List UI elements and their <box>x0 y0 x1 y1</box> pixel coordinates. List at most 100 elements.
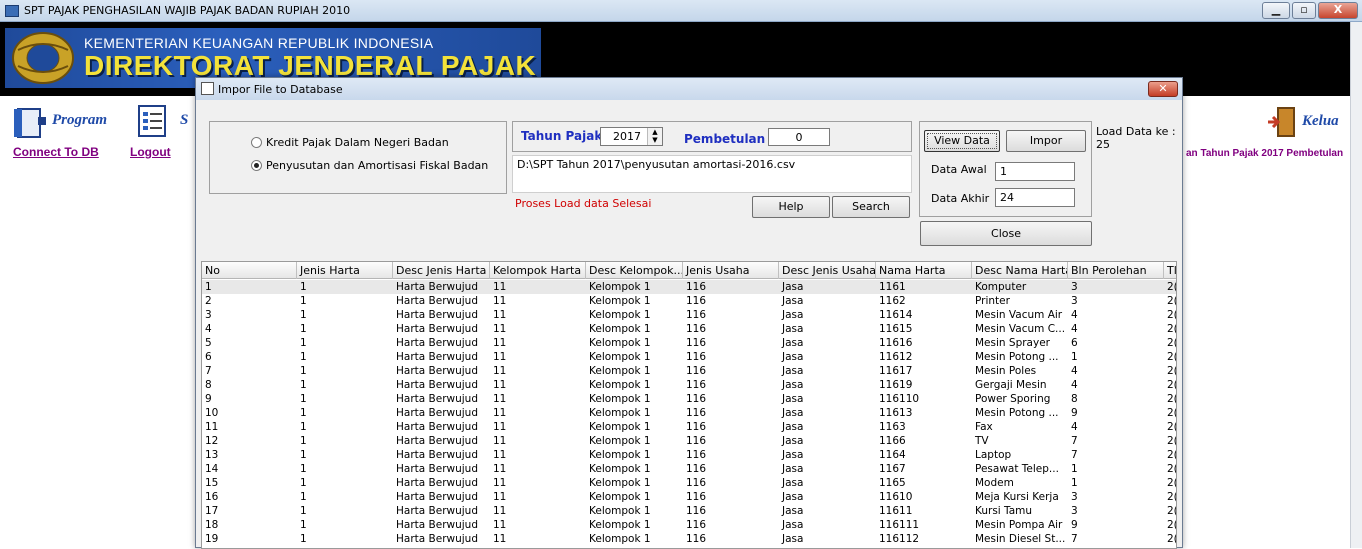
minimize-button[interactable]: ▁ <box>1262 2 1290 19</box>
table-cell: Harta Berwujud <box>396 393 478 405</box>
table-cell: 116 <box>686 393 707 405</box>
radio-penyusutan[interactable] <box>251 160 262 171</box>
table-cell: Jasa <box>782 421 804 433</box>
table-row[interactable]: 18 1 Harta Berwujud 11 Kelompok 1 116 Jasa 1161… <box>202 518 1176 532</box>
window-close-button[interactable]: X <box>1318 2 1358 19</box>
program-menu-label[interactable]: Program <box>52 112 107 129</box>
exit-door-icon[interactable] <box>1266 106 1298 138</box>
banner-ministry-text: KEMENTERIAN KEUANGAN REPUBLIK INDONESIA <box>84 35 434 51</box>
maximize-button[interactable]: ▫ <box>1292 2 1316 19</box>
table-cell: 11612 <box>879 351 913 363</box>
table-cell: 2( <box>1167 337 1177 349</box>
impor-button[interactable]: Impor <box>1006 130 1086 152</box>
table-cell: 1 <box>300 449 307 461</box>
table-cell: Jasa <box>782 449 804 461</box>
document-list-icon[interactable] <box>136 104 170 138</box>
grid-header-cell[interactable]: Jenis Usaha <box>683 262 779 279</box>
table-cell: 7 <box>1071 533 1078 545</box>
dialog-close-button[interactable]: ✕ <box>1148 81 1178 97</box>
grid-header-cell[interactable]: Bln Perolehan <box>1068 262 1164 279</box>
table-cell: 1 <box>300 323 307 335</box>
table-cell: 11 <box>493 407 507 419</box>
grid-header-cell[interactable]: Jenis Harta <box>297 262 393 279</box>
connect-to-db-link[interactable]: Connect To DB <box>13 145 99 159</box>
table-row[interactable]: 3 1 Harta Berwujud 11 Kelompok 1 116 Jasa 11614… <box>202 308 1177 322</box>
table-cell: 10 <box>205 407 219 419</box>
close-button[interactable]: Close <box>920 221 1092 246</box>
table-cell: 11615 <box>879 323 913 335</box>
exit-menu-label[interactable]: Kelua <box>1302 113 1339 130</box>
spinner-arrows-icon[interactable]: ▲ ▼ <box>647 128 662 145</box>
grid-header-cell[interactable]: Desc Kelompok... <box>586 262 683 279</box>
grid-header-cell[interactable]: Desc Jenis Harta <box>393 262 490 279</box>
program-icon[interactable] <box>14 107 48 139</box>
table-row[interactable]: 12 1 Harta Berwujud 11 Kelompok 1 116 Jasa 1166… <box>202 434 1176 448</box>
table-cell: Harta Berwujud <box>396 477 478 489</box>
table-row[interactable]: 6 1 Harta Berwujud 11 Kelompok 1 116 Jasa 11612… <box>202 350 1177 364</box>
second-menu-label[interactable]: S <box>180 112 188 129</box>
help-button[interactable]: Help <box>752 196 830 218</box>
table-cell: 11 <box>493 533 507 545</box>
search-button[interactable]: Search <box>832 196 910 218</box>
table-cell: Kelompok 1 <box>589 393 651 405</box>
table-row[interactable]: 4 1 Harta Berwujud 11 Kelompok 1 116 Jasa 11615… <box>202 322 1176 336</box>
table-cell: 11 <box>493 337 507 349</box>
pembetulan-input[interactable]: 0 <box>768 128 830 146</box>
table-cell: 2( <box>1167 365 1177 377</box>
radio-penyusutan-label[interactable]: Penyusutan dan Amortisasi Fiskal Badan <box>266 159 488 172</box>
radio-kredit-pajak-label[interactable]: Kredit Pajak Dalam Negeri Badan <box>266 136 449 149</box>
grid-header-cell[interactable]: Tl <box>1164 262 1176 279</box>
table-cell: 1 <box>300 407 307 419</box>
grid-header-cell[interactable]: Desc Nama Harta <box>972 262 1068 279</box>
table-cell: Kelompok 1 <box>589 421 651 433</box>
grid-header-cell[interactable]: No <box>202 262 297 279</box>
table-row[interactable]: 5 1 Harta Berwujud 11 Kelompok 1 116 Jasa 11616… <box>202 336 1177 350</box>
table-row[interactable]: 15 1 Harta Berwujud 11 Kelompok 1 116 Jasa 1165… <box>202 476 1176 490</box>
table-cell: 1162 <box>879 295 906 307</box>
status-marquee: an Tahun Pajak 2017 Pembetulan <box>1186 148 1344 159</box>
data-akhir-input[interactable]: 24 <box>995 188 1075 207</box>
table-cell: Kelompok 1 <box>589 295 651 307</box>
table-cell: 4 <box>205 323 212 335</box>
table-row[interactable]: 19 1 Harta Berwujud 11 Kelompok 1 116 Jasa 1161… <box>202 532 1176 546</box>
table-cell: 4 <box>1071 421 1078 433</box>
view-data-button[interactable]: View Data <box>924 130 1000 152</box>
table-row[interactable]: 11 1 Harta Berwujud 11 Kelompok 1 116 Jasa 1163… <box>202 420 1176 434</box>
grid-header-cell[interactable]: Nama Harta <box>876 262 972 279</box>
table-cell: 2( <box>1167 351 1177 363</box>
table-cell: 8 <box>205 379 212 391</box>
table-cell: 116 <box>686 519 707 531</box>
table-row[interactable]: 7 1 Harta Berwujud 11 Kelompok 1 116 Jasa 11617… <box>202 364 1177 378</box>
table-cell: 12 <box>205 435 219 447</box>
logout-link[interactable]: Logout <box>130 145 171 159</box>
file-path-field[interactable]: D:\SPT Tahun 2017\penyusutan amortasi-20… <box>512 155 912 193</box>
grid-header-cell[interactable]: Desc Jenis Usaha <box>779 262 876 279</box>
table-row[interactable]: 17 1 Harta Berwujud 11 Kelompok 1 116 Jasa 1161… <box>202 504 1176 518</box>
table-cell: 116 <box>686 295 707 307</box>
data-awal-input[interactable]: 1 <box>995 162 1075 181</box>
table-cell: 2( <box>1167 309 1177 321</box>
table-cell: Harta Berwujud <box>396 519 478 531</box>
table-row[interactable]: 8 1 Harta Berwujud 11 Kelompok 1 116 Jasa 11619… <box>202 378 1176 392</box>
table-cell: 16 <box>205 491 219 503</box>
app-icon <box>5 5 19 17</box>
table-row[interactable]: 16 1 Harta Berwujud 11 Kelompok 1 116 Jasa 1161… <box>202 490 1176 504</box>
grid-header-cell[interactable]: Kelompok Harta <box>490 262 586 279</box>
table-row[interactable]: 13 1 Harta Berwujud 11 Kelompok 1 116 Jasa 1164… <box>202 448 1176 462</box>
table-cell: Mesin Vacum Air <box>975 309 1063 321</box>
table-row[interactable]: 1 1 Harta Berwujud 11 Kelompok 1 116 Jasa 1161 K… <box>202 280 1176 294</box>
data-grid[interactable]: No Jenis Harta Desc Jenis Harta Kelompok Ha… <box>201 261 1177 549</box>
table-cell: Kelompok 1 <box>589 337 651 349</box>
table-cell: 2( <box>1167 463 1177 475</box>
table-row[interactable]: 14 1 Harta Berwujud 11 Kelompok 1 116 Jasa 1167… <box>202 462 1177 476</box>
table-cell: Laptop <box>975 449 1012 461</box>
table-row[interactable]: 10 1 Harta Berwujud 11 Kelompok 1 116 Jasa 1161… <box>202 406 1176 420</box>
table-cell: Kelompok 1 <box>589 365 651 377</box>
main-vertical-scrollbar[interactable] <box>1350 22 1362 548</box>
table-cell: 1166 <box>879 435 906 447</box>
table-row[interactable]: 2 1 Harta Berwujud 11 Kelompok 1 116 Jasa 1162 P… <box>202 294 1176 308</box>
table-row[interactable]: 9 1 Harta Berwujud 11 Kelompok 1 116 Jasa 11611… <box>202 392 1176 406</box>
table-cell: Harta Berwujud <box>396 533 478 545</box>
load-data-value: 25 <box>1096 138 1110 151</box>
radio-kredit-pajak[interactable] <box>251 137 262 148</box>
